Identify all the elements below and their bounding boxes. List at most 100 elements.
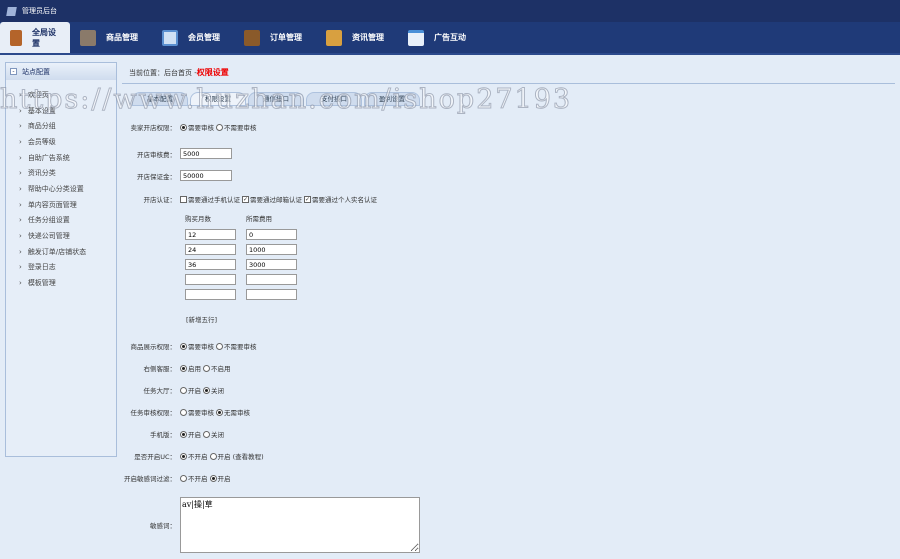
settings-icon [10,29,22,46]
field-label: 敏感词： [150,522,176,530]
radio-option[interactable]: 不开启 [180,473,208,483]
months-input[interactable] [185,274,236,285]
collapse-icon[interactable]: - [10,68,17,75]
sidebar-item-label: 帮助中心分类设置 [27,184,84,193]
radio-button[interactable] [209,474,217,482]
sidebar-item[interactable]: › 模板管理 [6,275,116,291]
radio-option[interactable]: 不需要审核 [216,341,257,351]
sidebar-item-label: 资讯分类 [27,169,56,178]
radio-option[interactable]: 需要审核 [180,122,214,132]
option-label: 不启用 [211,365,231,373]
sidebar-item[interactable]: › 基本设置 [6,103,116,119]
nav-global-settings[interactable]: 全局设置 [0,22,70,53]
fee-input[interactable] [246,229,297,240]
nav-orders[interactable]: 订单管理 [234,22,316,53]
sidebar-item-label: 基本设置 [27,106,56,115]
checkbox-option[interactable]: ✓ 需要通过个人实名认证 [304,194,377,204]
radio-button[interactable] [216,342,223,350]
sidebar-item[interactable]: › 登录日志 [6,260,116,276]
radio-option[interactable]: 不开启 [180,451,208,461]
sidebar-item-label: 触发订单/店铺状态 [27,247,87,256]
months-input[interactable] [185,259,236,270]
radio-button[interactable] [216,123,223,131]
radio-button[interactable] [216,408,223,416]
radio-option[interactable]: 无需审核 [216,407,250,417]
sidebar-item[interactable]: › 触发订单/店铺状态 [6,244,116,260]
audit_fee-input[interactable] [180,148,232,159]
field-label: 开店认证： [143,196,177,204]
radio-button[interactable] [180,342,187,350]
option-label: 关闭 [211,387,224,395]
fee-input[interactable] [246,289,297,300]
checkbox-option[interactable]: ✓ 需要通过邮箱认证 [242,194,302,204]
radio-button[interactable] [203,386,210,394]
sidebar-item[interactable]: › 资讯分类 [6,165,116,181]
sidebar-item[interactable]: › 帮助中心分类设置 [6,181,116,197]
radio-button[interactable] [180,408,187,416]
fee-input[interactable] [246,274,297,285]
option-label: 关闭 [211,431,224,439]
sidebar-header[interactable]: - 站点配置 [6,63,116,80]
sidebar-item[interactable]: › 欢迎页 [6,87,116,103]
add-rows-link[interactable]: [新增五行] [186,314,217,324]
fee-input[interactable] [246,244,297,255]
months-input[interactable] [185,229,236,240]
radio-button[interactable] [180,452,187,460]
radio-option[interactable]: 开启 [180,429,201,439]
radio-option[interactable]: 需要审核 [180,407,214,417]
radio-button[interactable] [180,364,187,372]
option-label: 不需要审核 [224,124,257,132]
radio-button[interactable] [203,364,210,372]
radio-option[interactable]: 开启 [180,385,201,395]
box-icon [326,29,342,46]
logo-icon [6,6,17,16]
deposit-input[interactable] [180,170,232,181]
sidebar-item[interactable]: › 单内容页面管理 [6,197,116,213]
radio-option[interactable]: 不需要审核 [216,122,257,132]
sidebar-title: 站点配置 [22,67,50,76]
radio-button[interactable] [209,452,217,460]
plan-row [185,289,297,300]
column-header: 所需费用 [246,215,272,223]
radio-option[interactable]: 启用 [180,363,201,373]
fee-input[interactable] [246,259,297,270]
sidebar-item[interactable]: › 会员等级 [6,134,116,150]
radio-button[interactable] [180,474,187,482]
nav-members[interactable]: 会员管理 [152,22,234,53]
option-label: 启用 [188,365,201,373]
field-label: 商品展示权限： [130,343,177,351]
verify-row: 开店认证： 需要通过手机认证 ✓ 需要通过邮箱认证 ✓ 需要通过个人实名认证 [117,194,379,204]
column-header: 购买月数 [185,215,211,223]
deposit-row: 开店保证金： [117,170,232,181]
radio-option[interactable]: 关闭 [203,385,224,395]
radio-option[interactable]: 关闭 [203,429,224,439]
checkbox-option[interactable]: 需要通过手机认证 [180,194,240,204]
option-label: 需要通过个人实名认证 [312,196,377,204]
radio-option[interactable]: 需要审核 [180,341,214,351]
nav-goods[interactable]: 商品管理 [70,22,152,53]
radio-button[interactable] [203,430,210,438]
sidebar-item[interactable]: › 自助广告系统 [6,150,116,166]
radio-option[interactable]: 开启 [209,473,231,483]
months-input[interactable] [185,289,236,300]
checkbox[interactable] [180,195,187,203]
plan-row [185,274,297,285]
radio-button[interactable] [180,386,187,394]
nav-label: 会员管理 [188,33,220,42]
option-label: 开启 [217,475,231,483]
sidebar-item-label: 模板管理 [27,279,56,288]
radio-button[interactable] [180,430,187,438]
sensitive-words-textarea[interactable]: av|操|草 [180,497,420,553]
radio-option[interactable]: 开启 (查看教程) [209,451,264,461]
radio-button[interactable] [180,123,187,131]
sidebar-item[interactable]: › 快递公司管理 [6,228,116,244]
checkbox[interactable]: ✓ [242,195,249,203]
radio-option[interactable]: 不启用 [203,363,231,373]
months-input[interactable] [185,244,236,255]
sidebar-item[interactable]: › 商品分组 [6,118,116,134]
nav-news[interactable]: 资讯管理 [316,22,398,53]
sidebar-item[interactable]: › 任务分组设置 [6,213,116,229]
nav-ads[interactable]: 广告互动 [398,22,480,53]
plan-row [185,244,297,255]
checkbox[interactable]: ✓ [304,195,311,203]
